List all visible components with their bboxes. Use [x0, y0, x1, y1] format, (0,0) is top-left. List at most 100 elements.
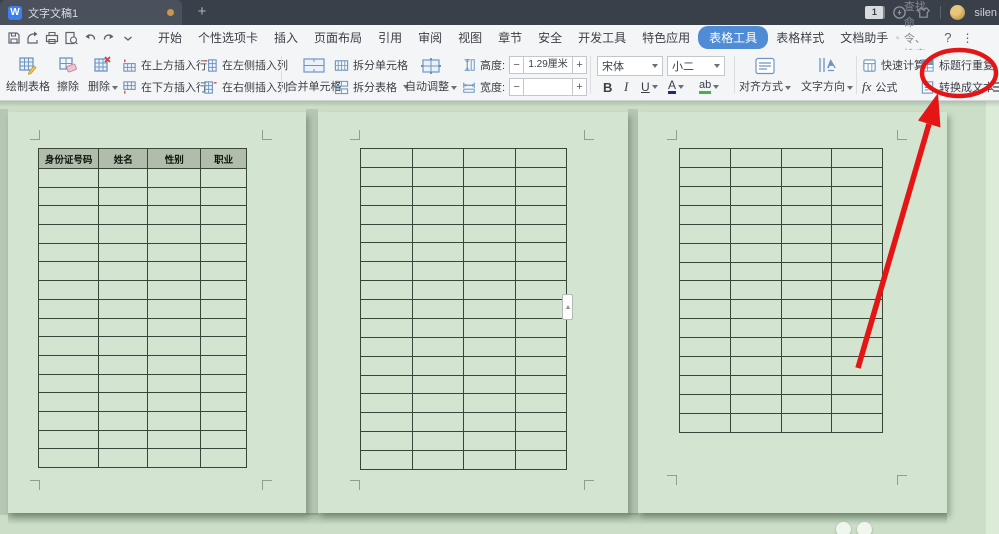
table-cell[interactable]	[515, 375, 567, 394]
insert-col-right-button[interactable]: 在右侧插入列	[203, 78, 288, 96]
menu-review[interactable]: 审阅	[410, 26, 450, 49]
table-cell[interactable]	[201, 243, 247, 262]
table-cell[interactable]	[201, 393, 247, 412]
table-cell[interactable]	[515, 281, 567, 300]
table-cell[interactable]	[412, 281, 464, 300]
table-cell[interactable]	[515, 186, 567, 205]
table-cell[interactable]	[680, 319, 731, 338]
table-cell[interactable]	[515, 337, 567, 356]
table-cell[interactable]	[515, 243, 567, 262]
width-decrease-button[interactable]: −	[509, 78, 524, 96]
table-cell[interactable]	[464, 375, 516, 394]
draw-table-button[interactable]: 绘制表格	[4, 53, 52, 94]
table-cell[interactable]	[515, 149, 567, 168]
table-cell[interactable]	[201, 169, 247, 188]
table-cell[interactable]	[361, 186, 413, 205]
table-cell[interactable]	[464, 167, 516, 186]
table-cell[interactable]	[730, 357, 781, 376]
table-cell[interactable]	[412, 205, 464, 224]
table-cell[interactable]	[201, 355, 247, 374]
table-cell[interactable]	[39, 430, 99, 449]
table-header-cell[interactable]: 职业	[201, 149, 247, 169]
table-cell[interactable]	[361, 262, 413, 281]
table-cell[interactable]	[39, 225, 99, 244]
table-cell[interactable]	[412, 394, 464, 413]
table-cell[interactable]	[515, 262, 567, 281]
table-cell[interactable]	[464, 205, 516, 224]
font-size-select[interactable]: 小二	[667, 56, 725, 76]
table-cell[interactable]	[412, 413, 464, 432]
table-cell[interactable]	[781, 186, 832, 205]
table-cell[interactable]	[781, 413, 832, 432]
insert-col-left-button[interactable]: 在左侧插入列	[203, 56, 288, 74]
table-cell[interactable]	[464, 432, 516, 451]
table-cell[interactable]	[148, 281, 201, 300]
table-cell[interactable]	[148, 206, 201, 225]
menu-table-tools[interactable]: 表格工具	[698, 26, 768, 49]
table-cell[interactable]	[832, 338, 883, 357]
table-cell[interactable]	[412, 356, 464, 375]
table-cell[interactable]	[680, 262, 731, 281]
table-cell[interactable]	[361, 356, 413, 375]
table-cell[interactable]	[39, 206, 99, 225]
table-cell[interactable]	[464, 413, 516, 432]
table-resize-handle[interactable]	[562, 294, 573, 320]
table-cell[interactable]	[99, 318, 148, 337]
menu-view[interactable]: 视图	[450, 26, 490, 49]
table-cell[interactable]	[39, 449, 99, 468]
table-cell[interactable]	[201, 187, 247, 206]
table-cell[interactable]	[832, 376, 883, 395]
menu-references[interactable]: 引用	[370, 26, 410, 49]
insert-row-below-button[interactable]: 在下方插入行	[122, 78, 207, 96]
table-cell[interactable]	[361, 394, 413, 413]
table-cell[interactable]	[832, 167, 883, 186]
table-cell[interactable]	[832, 224, 883, 243]
table-cell[interactable]	[99, 281, 148, 300]
table-cell[interactable]	[361, 281, 413, 300]
table-header-cell[interactable]: 性别	[148, 149, 201, 169]
table-cell[interactable]	[832, 394, 883, 413]
table-cell[interactable]	[99, 355, 148, 374]
table-cell[interactable]	[680, 224, 731, 243]
table-cell[interactable]	[730, 394, 781, 413]
table-cell[interactable]	[730, 243, 781, 262]
table-cell[interactable]	[832, 281, 883, 300]
table-cell[interactable]	[148, 187, 201, 206]
table-cell[interactable]	[148, 243, 201, 262]
table-cell[interactable]	[515, 356, 567, 375]
col-width-control[interactable]: 宽度: − +	[462, 78, 587, 96]
table-cell[interactable]	[148, 449, 201, 468]
table-cell[interactable]	[680, 300, 731, 319]
table-cell[interactable]	[361, 375, 413, 394]
table-cell[interactable]	[464, 224, 516, 243]
table-cell[interactable]	[412, 337, 464, 356]
table-cell[interactable]	[464, 394, 516, 413]
table-cell[interactable]	[515, 300, 567, 319]
print-icon[interactable]	[44, 30, 60, 46]
table-cell[interactable]	[99, 169, 148, 188]
table-cell[interactable]	[148, 318, 201, 337]
table-cell[interactable]	[201, 449, 247, 468]
table-cell[interactable]	[412, 224, 464, 243]
table-cell[interactable]	[412, 300, 464, 319]
table-cell[interactable]	[781, 167, 832, 186]
table-cell[interactable]	[39, 411, 99, 430]
table-cell[interactable]	[832, 300, 883, 319]
menu-home[interactable]: 开始	[150, 26, 190, 49]
menu-special-apps[interactable]: 特色应用	[634, 26, 698, 49]
table-cell[interactable]	[832, 186, 883, 205]
width-increase-button[interactable]: +	[572, 78, 587, 96]
height-decrease-button[interactable]: −	[509, 56, 524, 74]
table-cell[interactable]	[680, 394, 731, 413]
more-chevron-icon[interactable]	[120, 30, 136, 46]
table-cell[interactable]	[39, 393, 99, 412]
table-cell[interactable]	[361, 205, 413, 224]
text-direction-button[interactable]: 文字方向	[800, 53, 854, 94]
table-cell[interactable]	[515, 167, 567, 186]
help-button[interactable]: ?	[944, 30, 951, 45]
table-cell[interactable]	[148, 299, 201, 318]
table-cell[interactable]	[781, 224, 832, 243]
table-cell[interactable]	[832, 205, 883, 224]
table-cell[interactable]	[515, 413, 567, 432]
table-cell[interactable]	[730, 167, 781, 186]
